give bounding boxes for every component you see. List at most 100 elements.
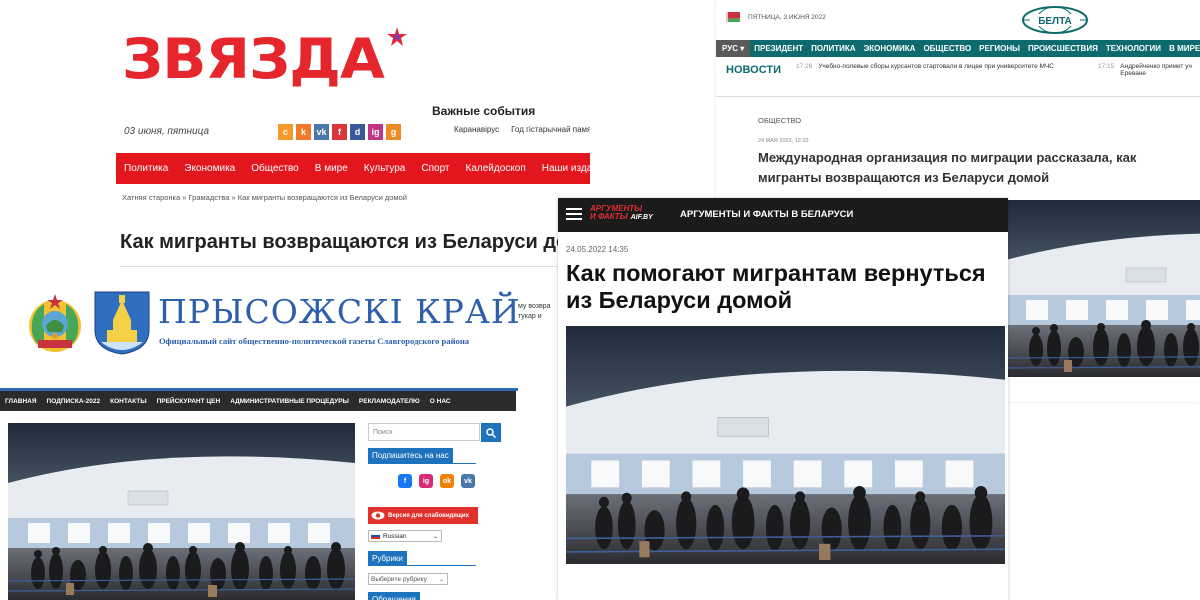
chevron-down-icon: ⌄ [438,576,444,583]
breadcrumb[interactable]: Хатняя старонка » Грамадства » Как мигра… [122,193,407,202]
menu-icon[interactable] [566,208,582,220]
chevron-down-icon: ⌄ [432,533,438,540]
current-date: ПЯТНИЦА, 3 ИЮНЯ 2022 [748,14,826,21]
news-label[interactable]: НОВОСТИ [726,64,781,76]
aif-page: АРГУМЕНТЫ И ФАКТЫ AIF.BY АРГУМЕНТЫ И ФАК… [558,198,1008,600]
airport-photo [566,326,1005,564]
social-links: c k vk f d ig g [278,124,401,140]
belarus-emblem-icon [29,294,81,352]
nav-item[interactable]: ЭКОНОМИКА [860,44,920,53]
header-title[interactable]: АРГУМЕНТЫ И ФАКТЫ В БЕЛАРУСИ [680,209,853,220]
nav-item[interactable]: ПРЕЙСКУРАНТ ЦЕН [152,398,226,405]
divider [716,96,1200,97]
important-events-list: Каранавірус Год гістарычнай памяці [454,125,590,134]
important-events-title: Важные события [432,104,536,118]
article-datetime: 24.05.2022 14:35 [566,245,629,254]
language-label: Russian [383,532,407,540]
airport-photo [1006,200,1200,378]
language-label: РУС [722,44,738,53]
language-switcher[interactable]: РУС ▾ [716,40,751,57]
nav-item[interactable]: О НАС [425,398,456,405]
social-button[interactable]: ig [368,124,383,140]
logo-domain: AIF.BY [630,214,653,221]
low-vision-button[interactable]: Версия для слабовидящих [368,507,478,524]
partial-text-line: тукар и [518,313,542,320]
appeals-widget-title: Обращения [368,592,420,600]
social-button[interactable]: f [332,124,347,140]
zviazda-page: ЗВЯЗДА 03 июня, пятница c k vk f d ig g Важные… [110,0,590,300]
nav-item[interactable]: РЕГИОНЫ [975,44,1024,53]
main-menu: Политика Экономика Общество В мире Культ… [116,153,590,184]
belta-logo[interactable]: БЕЛТА [1022,6,1088,34]
town-emblem-icon [94,291,150,355]
odnoklassniki-icon[interactable]: ok [440,474,454,488]
news-ticker-item[interactable]: 17:15 Андрейченко примет уч Ереване [1098,63,1198,77]
svg-text:БЕЛТА: БЕЛТА [1038,16,1072,27]
event-link[interactable]: Год гістарычнай памяці [511,125,590,134]
belarus-flag-icon [726,12,740,22]
logo-line: И ФАКТЫ [590,212,628,221]
nav-item[interactable]: В МИРЕ [1165,44,1200,53]
social-button[interactable]: vk [314,124,329,140]
menu-item[interactable]: Политика [116,163,176,174]
search-input[interactable]: Поиск [368,423,480,441]
nav-item[interactable]: АДМИНИСТРАТИВНЫЕ ПРОЦЕДУРЫ [225,398,354,405]
nav-item[interactable]: КОНТАКТЫ [105,398,151,405]
menu-item[interactable]: Культура [356,163,414,174]
aif-logo[interactable]: АРГУМЕНТЫ И ФАКТЫ AIF.BY [590,205,653,222]
article-title: Как помогают мигрантам вернуться из Бела… [566,260,986,313]
instagram-icon[interactable]: ig [419,474,433,488]
social-button[interactable]: k [296,124,311,140]
menu-item[interactable]: Спорт [413,163,457,174]
section-label[interactable]: ОБЩЕСТВО [758,116,801,125]
social-button[interactable]: c [278,124,293,140]
subscribe-widget-title: Подпишитесь на нас [368,448,453,463]
nav-item[interactable]: ТЕХНОЛОГИИ [1102,44,1165,53]
menu-item[interactable]: Общество [243,163,307,174]
facebook-icon[interactable]: f [398,474,412,488]
nav-item[interactable]: ПОЛИТИКА [807,44,859,53]
nav-item[interactable]: ПРОИСШЕСТВИЯ [1024,44,1102,53]
nav-item[interactable]: ПОДПИСКА-2022 [42,398,106,405]
news-time: 17:15 [1098,63,1115,70]
menu-item[interactable]: В мире [307,163,356,174]
vk-icon[interactable]: vk [461,474,475,488]
airport-photo [8,423,355,600]
menu-item[interactable]: Наши издания [534,163,590,174]
menu-item[interactable]: Экономика [176,163,243,174]
partial-text: му возвра тукар и [518,302,551,322]
news-text: Учебно-полевые сборы курсантов стартовал… [818,63,1054,70]
eye-icon [371,511,385,520]
language-select[interactable]: Russian ⌄ [368,530,442,542]
nav-item[interactable]: ПРЕЗИДЕНТ [750,44,807,53]
site-title[interactable]: ПРЫСОЖСКІ КРАЙ [158,292,518,331]
russia-flag-icon [371,533,380,539]
social-links: f ig ok vk [398,474,475,488]
site-subtitle: Официальный сайт общественно-политическо… [159,336,470,346]
social-button[interactable]: d [350,124,365,140]
main-navigation: ГЛАВНАЯ ПОДПИСКА-2022 КОНТАКТЫ ПРЕЙСКУРА… [0,391,516,411]
search-button[interactable] [481,423,501,442]
rubrics-widget-title: Рубрики [368,551,407,566]
divider [368,463,476,464]
nav-item[interactable]: ГЛАВНАЯ [0,398,42,405]
divider [120,266,590,267]
divider [368,565,476,566]
rubric-select[interactable]: Выберите рубрику ⌄ [368,573,448,585]
nav-item[interactable]: РЕКЛАМОДАТЕЛЮ [354,398,425,405]
partial-text-line: му возвра [518,303,551,310]
rubric-select-label: Выберите рубрику [371,575,427,583]
star-icon [387,27,407,46]
social-button[interactable]: g [386,124,401,140]
news-ticker-item[interactable]: 17:26 Учебно-полевые сборы курсантов ста… [796,63,1056,70]
event-link[interactable]: Каранавірус [454,125,499,134]
menu-item[interactable]: Калейдоскоп [458,163,534,174]
current-date: 03 июня, пятница [124,126,210,137]
article-datetime: 24 МАЯ 2022, 12:10 [758,138,809,144]
news-time: 17:26 [796,63,813,70]
low-vision-label: Версия для слабовидящих [388,512,469,519]
search-icon [486,427,496,438]
nav-item[interactable]: ОБЩЕСТВО [919,44,975,53]
article-title: Международная организация по миграции ра… [758,150,1137,185]
zviazda-logo[interactable]: ЗВЯЗДА [122,31,385,86]
